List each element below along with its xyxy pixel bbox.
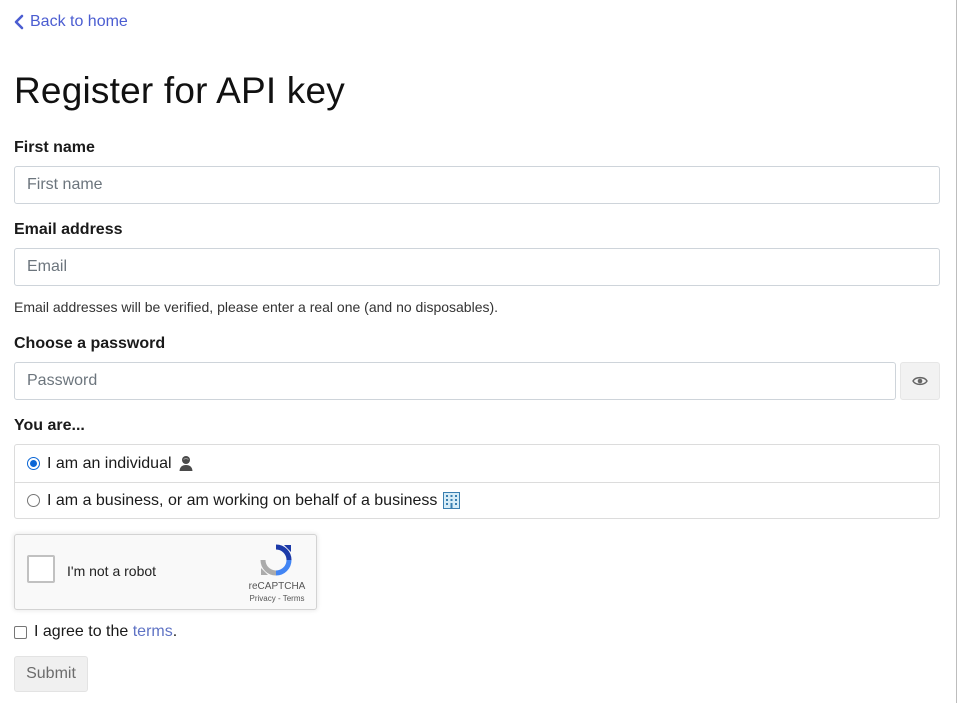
agree-terms-row: I agree to the terms.: [14, 623, 177, 641]
recaptcha-privacy-terms-links[interactable]: Privacy - Terms: [241, 594, 313, 603]
page-title: Register for API key: [14, 70, 345, 111]
email-label: Email address: [14, 221, 123, 238]
individual-label: I am an individual: [47, 454, 172, 472]
individual-radio[interactable]: [27, 457, 40, 470]
terms-link[interactable]: terms: [133, 623, 173, 641]
person-icon: [177, 455, 195, 473]
account-type-label: You are...: [14, 417, 85, 434]
radio-option-business[interactable]: I am a business, or am working on behalf…: [15, 482, 939, 519]
radio-option-individual[interactable]: I am an individual: [15, 445, 939, 483]
recaptcha-label: I'm not a robot: [67, 563, 157, 579]
password-label: Choose a password: [14, 335, 166, 352]
password-input[interactable]: [14, 362, 896, 400]
chevron-left-icon: [14, 14, 26, 30]
submit-button[interactable]: Submit: [14, 656, 88, 692]
recaptcha-widget: I'm not a robot reCAPTCHA Privacy - Term…: [14, 534, 317, 610]
first-name-input[interactable]: [14, 166, 940, 204]
email-help-text: Email addresses will be verified, please…: [14, 299, 499, 315]
business-label: I am a business, or am working on behalf…: [47, 491, 438, 509]
business-radio[interactable]: [27, 494, 40, 507]
agree-terms-prefix: I agree to the: [34, 623, 133, 640]
recaptcha-brand: reCAPTCHA: [248, 581, 306, 592]
agree-terms-suffix: .: [172, 623, 178, 640]
account-type-radio-group: I am an individual I am a business, or a…: [14, 444, 940, 519]
first-name-label: First name: [14, 139, 95, 156]
back-link-label: Back to home: [30, 13, 128, 30]
recaptcha-checkbox[interactable]: [27, 555, 55, 583]
show-password-button[interactable]: [900, 362, 940, 400]
recaptcha-logo-icon: [260, 544, 292, 576]
email-input[interactable]: [14, 248, 940, 286]
office-building-icon: [442, 492, 460, 510]
back-to-home-link[interactable]: Back to home: [14, 12, 128, 32]
agree-terms-checkbox[interactable]: [14, 625, 27, 639]
eye-icon: [912, 375, 928, 387]
